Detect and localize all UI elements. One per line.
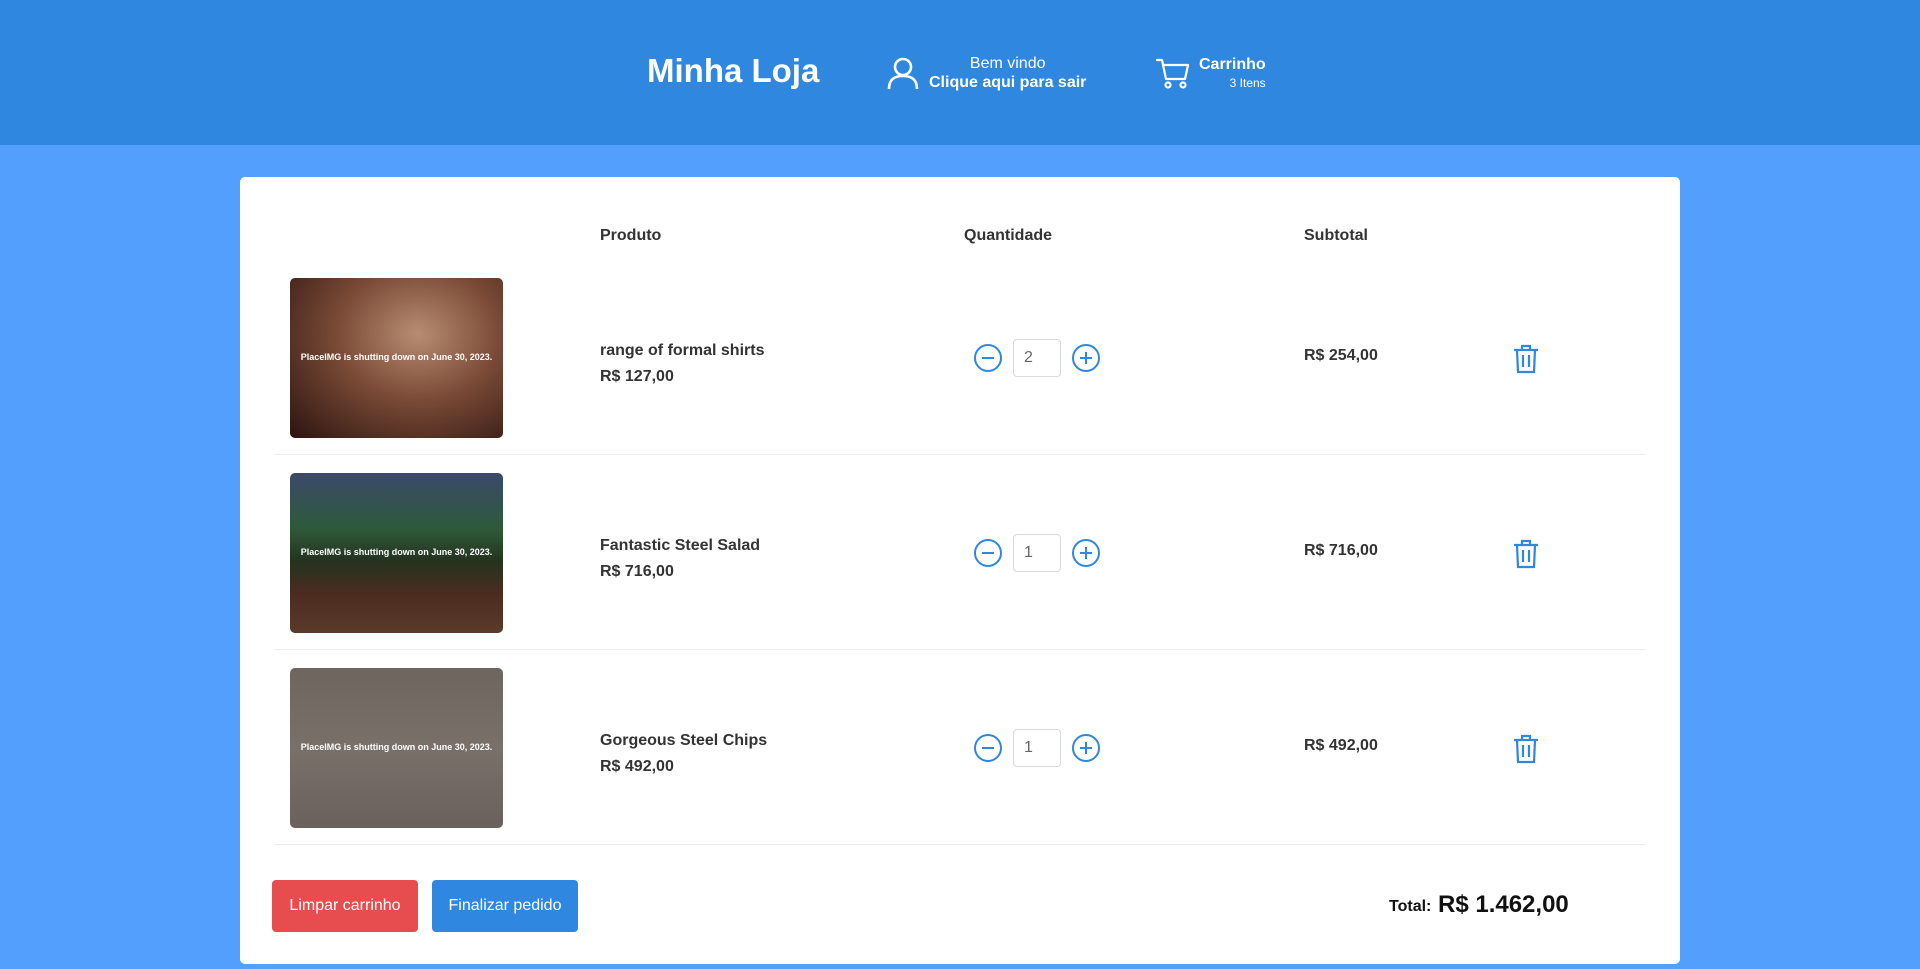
- plus-icon-vertical: [1085, 547, 1087, 559]
- column-header-subtotal: Subtotal: [1304, 227, 1368, 244]
- user-icon: [887, 57, 919, 90]
- user-logout[interactable]: Bem vindo Clique aqui para sair: [885, 53, 1086, 93]
- table-row: PlaceIMG is shutting down on June 30, 20…: [274, 650, 1646, 845]
- column-header-quantity: Quantidade: [964, 227, 1053, 244]
- product-name: Fantastic Steel Salad: [600, 537, 761, 554]
- quantity-input[interactable]: 1: [1013, 729, 1061, 767]
- trash-icon[interactable]: [1513, 539, 1539, 569]
- cart-icon: [1155, 58, 1190, 89]
- total-value: R$ 1.462,00: [1438, 891, 1569, 918]
- row-subtotal: R$ 254,00: [1304, 347, 1378, 364]
- user-text: Bem vindo Clique aqui para sair: [929, 54, 1086, 92]
- increase-quantity-button[interactable]: [1072, 539, 1100, 567]
- row-subtotal: R$ 716,00: [1304, 542, 1378, 559]
- product-price: R$ 492,00: [600, 758, 674, 775]
- total-label: Total:: [1389, 898, 1432, 915]
- product-name: Gorgeous Steel Chips: [600, 732, 768, 749]
- product-image: PlaceIMG is shutting down on June 30, 20…: [290, 473, 503, 633]
- quantity-stepper: 1: [974, 534, 1100, 572]
- image-caption: PlaceIMG is shutting down on June 30, 20…: [300, 352, 493, 362]
- increase-quantity-button[interactable]: [1072, 734, 1100, 762]
- decrease-quantity-button[interactable]: [974, 734, 1002, 762]
- site-header: Minha Loja Bem vindo Clique aqui para sa…: [0, 0, 1920, 145]
- product-image: PlaceIMG is shutting down on June 30, 20…: [290, 278, 503, 438]
- brand-title[interactable]: Minha Loja: [647, 52, 819, 90]
- trash-icon[interactable]: [1513, 344, 1539, 374]
- row-subtotal: R$ 492,00: [1304, 737, 1378, 754]
- logout-link[interactable]: Clique aqui para sair: [929, 73, 1086, 92]
- clear-cart-button[interactable]: Limpar carrinho: [272, 880, 418, 932]
- cart-panel: Produto Quantidade Subtotal PlaceIMG is …: [240, 177, 1680, 964]
- quantity-stepper: 1: [974, 729, 1100, 767]
- finish-order-button[interactable]: Finalizar pedido: [432, 880, 578, 932]
- table-row: PlaceIMG is shutting down on June 30, 20…: [274, 260, 1646, 455]
- minus-icon: [982, 747, 994, 749]
- image-caption: PlaceIMG is shutting down on June 30, 20…: [300, 547, 493, 557]
- trash-icon[interactable]: [1513, 734, 1539, 764]
- minus-icon: [982, 552, 994, 554]
- column-header-product: Produto: [600, 227, 662, 244]
- quantity-stepper: 2: [974, 339, 1100, 377]
- quantity-input[interactable]: 1: [1013, 534, 1061, 572]
- plus-icon-vertical: [1085, 352, 1087, 364]
- cart-summary[interactable]: Carrinho 3 Itens: [1155, 53, 1266, 93]
- user-greeting: Bem vindo: [969, 55, 1046, 72]
- cart-label: Carrinho: [1199, 56, 1266, 73]
- increase-quantity-button[interactable]: [1072, 344, 1100, 372]
- minus-icon: [982, 357, 994, 359]
- product-name: range of formal shirts: [600, 342, 765, 359]
- product-price: R$ 716,00: [600, 563, 674, 580]
- product-price: R$ 127,00: [600, 368, 674, 385]
- quantity-input[interactable]: 2: [1013, 339, 1061, 377]
- cart-text: Carrinho 3 Itens: [1199, 55, 1266, 91]
- table-row: PlaceIMG is shutting down on June 30, 20…: [274, 455, 1646, 650]
- product-image: PlaceIMG is shutting down on June 30, 20…: [290, 668, 503, 828]
- decrease-quantity-button[interactable]: [974, 344, 1002, 372]
- image-caption: PlaceIMG is shutting down on June 30, 20…: [300, 742, 493, 752]
- plus-icon-vertical: [1085, 742, 1087, 754]
- decrease-quantity-button[interactable]: [974, 539, 1002, 567]
- cart-count: 3 Itens: [1229, 76, 1266, 90]
